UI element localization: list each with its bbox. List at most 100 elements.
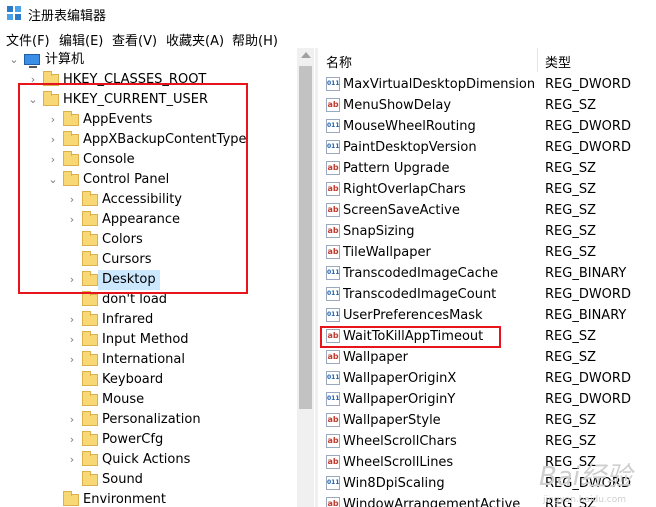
tree-item-label: Keyboard	[102, 372, 164, 387]
value-name: Wallpaper	[343, 350, 409, 365]
tree-item-label: International	[102, 352, 185, 367]
list-row[interactable]: 011 WallpaperOriginX REG_DWORD	[318, 368, 656, 389]
binary-value-icon: 011	[326, 308, 340, 322]
list-row[interactable]: ab WallpaperStyle REG_SZ	[318, 410, 656, 431]
scroll-up-arrow-icon[interactable]	[301, 52, 311, 58]
binary-value-icon: 011	[326, 119, 340, 133]
chevron-right-icon[interactable]: ›	[66, 310, 78, 330]
chevron-right-icon[interactable]: ›	[66, 330, 78, 350]
value-name: TileWallpaper	[343, 245, 431, 260]
computer-icon	[24, 54, 40, 68]
string-value-icon: ab	[326, 161, 340, 175]
folder-icon	[82, 451, 98, 466]
tree-scrollbar[interactable]	[297, 48, 314, 507]
menu-file[interactable]: 文件(F)	[6, 30, 50, 49]
value-type: REG_BINARY	[545, 308, 627, 323]
regedit-app-icon	[7, 6, 21, 20]
tree-item-label: Quick Actions	[102, 452, 191, 467]
list-row[interactable]: ab Pattern Upgrade REG_SZ	[318, 158, 656, 179]
tree-item[interactable]: Keyboard	[0, 370, 297, 390]
column-type-header[interactable]: 类型	[545, 52, 571, 71]
tree-item[interactable]: › Personalization	[0, 410, 297, 430]
tree-item[interactable]: Sound	[0, 470, 297, 490]
value-type: REG_DWORD	[545, 371, 631, 386]
list-row[interactable]: ab WheelScrollChars REG_SZ	[318, 431, 656, 452]
tree-item-label: Input Method	[102, 332, 189, 347]
list-row[interactable]: 011 WallpaperOriginY REG_DWORD	[318, 389, 656, 410]
value-name: Win8DpiScaling	[343, 476, 445, 491]
value-type: REG_SZ	[545, 350, 596, 365]
highlight-box-tree	[18, 83, 248, 294]
tree-item[interactable]: › Input Method	[0, 330, 297, 350]
menu-favorites[interactable]: 收藏夹(A)	[166, 30, 224, 49]
chevron-right-icon[interactable]: ›	[66, 410, 78, 430]
menu-edit[interactable]: 编辑(E)	[59, 30, 103, 49]
list-row[interactable]: ab SnapSizing REG_SZ	[318, 221, 656, 242]
watermark-url: jingyan.baidu.com	[542, 495, 626, 505]
tree-item[interactable]: Mouse	[0, 390, 297, 410]
scrollbar-thumb[interactable]	[299, 66, 312, 409]
value-name: WallpaperStyle	[343, 413, 441, 428]
tree-item-label: Environment	[83, 492, 167, 507]
folder-icon	[82, 391, 98, 406]
list-row[interactable]: ab Wallpaper REG_SZ	[318, 347, 656, 368]
tree-item[interactable]: › Quick Actions	[0, 450, 297, 470]
menu-bar: 文件(F) 编辑(E) 查看(V) 收藏夹(A) 帮助(H)	[0, 28, 656, 49]
list-row[interactable]: ab TileWallpaper REG_SZ	[318, 242, 656, 263]
list-row[interactable]: ab MenuShowDelay REG_SZ	[318, 95, 656, 116]
value-name: RightOverlapChars	[343, 182, 466, 197]
folder-icon	[82, 431, 98, 446]
value-type: REG_SZ	[545, 98, 596, 113]
value-name: MaxVirtualDesktopDimension	[343, 77, 536, 92]
list-row[interactable]: ab RightOverlapChars REG_SZ	[318, 179, 656, 200]
list-row[interactable]: 011 MaxVirtualDesktopDimension REG_DWORD	[318, 74, 656, 95]
value-type: REG_SZ	[545, 434, 596, 449]
chevron-down-icon[interactable]: ⌄	[8, 50, 20, 70]
list-row[interactable]: 011 TranscodedImageCount REG_DWORD	[318, 284, 656, 305]
value-type: REG_DWORD	[545, 392, 631, 407]
value-name: WheelScrollChars	[343, 434, 457, 449]
menu-view[interactable]: 查看(V)	[112, 30, 157, 49]
value-name: TranscodedImageCount	[343, 287, 497, 302]
binary-value-icon: 011	[326, 371, 340, 385]
chevron-right-icon[interactable]: ›	[66, 350, 78, 370]
folder-icon	[82, 411, 98, 426]
menu-help[interactable]: 帮助(H)	[232, 30, 278, 49]
value-type: REG_DWORD	[545, 77, 631, 92]
string-value-icon: ab	[326, 203, 340, 217]
values-list[interactable]: 名称 类型 011 MaxVirtualDesktopDimension REG_D…	[318, 48, 656, 507]
tree-item-label: Sound	[102, 472, 143, 487]
tree-item-label: Infrared	[102, 312, 154, 327]
tree-item-label: Personalization	[102, 412, 201, 427]
tree-item-label: Mouse	[102, 392, 145, 407]
value-type: REG_SZ	[545, 161, 596, 176]
tree-item[interactable]: › PowerCfg	[0, 430, 297, 450]
highlight-box-value	[320, 326, 501, 348]
value-type: REG_SZ	[545, 329, 596, 344]
folder-icon	[82, 311, 98, 326]
folder-icon	[63, 491, 79, 506]
value-type: REG_SZ	[545, 413, 596, 428]
tree-root[interactable]: ⌄ 计算机	[0, 50, 297, 70]
column-separator[interactable]	[537, 48, 538, 72]
tree-item[interactable]: Environment	[0, 490, 297, 507]
chevron-right-icon[interactable]: ›	[66, 450, 78, 470]
chevron-right-icon[interactable]: ›	[66, 430, 78, 450]
watermark: Bai经验	[539, 462, 632, 492]
value-type: REG_SZ	[545, 182, 596, 197]
list-row[interactable]: 011 TranscodedImageCache REG_BINARY	[318, 263, 656, 284]
tree-item[interactable]: › Infrared	[0, 310, 297, 330]
value-name: WheelScrollLines	[343, 455, 454, 470]
list-row[interactable]: ab ScreenSaveActive REG_SZ	[318, 200, 656, 221]
list-row[interactable]: 011 UserPreferencesMask REG_BINARY	[318, 305, 656, 326]
value-name: SnapSizing	[343, 224, 415, 239]
column-name-header[interactable]: 名称	[326, 52, 352, 71]
string-value-icon: ab	[326, 497, 340, 507]
binary-value-icon: 011	[326, 287, 340, 301]
list-row[interactable]: 011 PaintDesktopVersion REG_DWORD	[318, 137, 656, 158]
list-row[interactable]: 011 MouseWheelRouting REG_DWORD	[318, 116, 656, 137]
value-type: REG_SZ	[545, 245, 596, 260]
tree-item[interactable]: › International	[0, 350, 297, 370]
list-header: 名称 类型	[318, 48, 656, 72]
value-name: UserPreferencesMask	[343, 308, 483, 323]
